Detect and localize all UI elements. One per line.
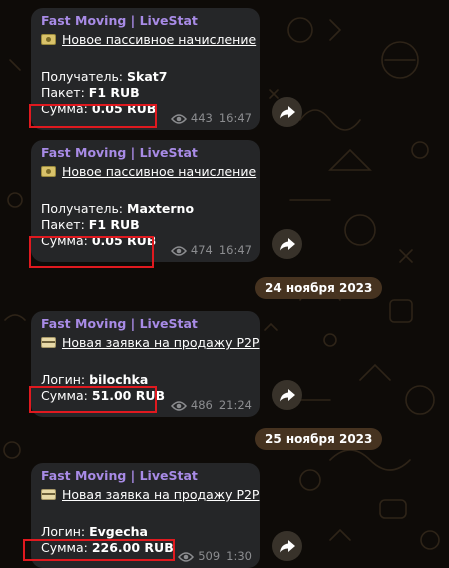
views-count: 509	[198, 549, 221, 563]
share-arrow-icon	[279, 105, 295, 118]
sum-value: 51.00 RUB	[91, 388, 166, 403]
views-eye-icon	[178, 552, 195, 562]
message-time: 16:47	[218, 111, 252, 125]
message-meta: 474 16:47	[170, 243, 252, 257]
views-eye-icon	[170, 114, 187, 124]
login-value: Evgecha	[89, 524, 148, 539]
message-meta: 443 16:47	[170, 111, 252, 125]
message-meta: 486 21:24	[170, 398, 252, 412]
message-bubble[interactable]: Fast Moving | LiveStat Новая заявка на п…	[31, 463, 260, 568]
share-arrow-icon	[279, 539, 295, 552]
sum-value: 226.00 RUB	[91, 540, 174, 555]
package-value: F1 RUB	[88, 85, 140, 100]
message-title-link[interactable]: Новое пассивное начисление	[62, 32, 256, 47]
package-value: F1 RUB	[88, 217, 140, 232]
recipient-value: Maxterno	[127, 201, 195, 216]
channel-name[interactable]: Fast Moving | LiveStat	[41, 13, 260, 29]
sum-value: 0.05 RUB	[91, 101, 157, 116]
login-label: Логин:	[41, 372, 90, 387]
channel-name[interactable]: Fast Moving | LiveStat	[41, 468, 260, 484]
message-bubble[interactable]: Fast Moving | LiveStat Новое пассивное н…	[31, 8, 260, 130]
credit-card-icon	[41, 337, 56, 348]
recipient-label: Получатель:	[41, 201, 127, 216]
forward-button[interactable]	[272, 380, 302, 410]
sum-label: Сумма:	[41, 388, 92, 403]
views-count: 443	[190, 111, 213, 125]
credit-card-icon	[41, 489, 56, 500]
message-bubble[interactable]: Fast Moving | LiveStat Новое пассивное н…	[31, 140, 260, 262]
forward-button[interactable]	[272, 97, 302, 127]
forward-button[interactable]	[272, 531, 302, 561]
share-arrow-icon	[279, 388, 295, 401]
views-eye-icon	[170, 401, 187, 411]
views-eye-icon	[170, 246, 187, 256]
message-bubble[interactable]: Fast Moving | LiveStat Новая заявка на п…	[31, 311, 260, 417]
sum-label: Сумма:	[41, 233, 92, 248]
share-arrow-icon	[279, 237, 295, 250]
money-icon	[41, 166, 56, 177]
sum-label: Сумма:	[41, 540, 92, 555]
message-time: 1:30	[226, 549, 252, 563]
message-title-link[interactable]: Новая заявка на продажу P2P	[62, 335, 259, 350]
message-time: 21:24	[218, 398, 252, 412]
channel-name[interactable]: Fast Moving | LiveStat	[41, 145, 260, 161]
message-title-link[interactable]: Новая заявка на продажу P2P	[62, 487, 259, 502]
message-meta: 509 1:30	[178, 549, 252, 563]
message-title-link[interactable]: Новое пассивное начисление	[62, 164, 256, 179]
views-count: 486	[190, 398, 213, 412]
sum-value: 0.05 RUB	[91, 233, 157, 248]
sum-label: Сумма:	[41, 101, 92, 116]
login-label: Логин:	[41, 524, 90, 539]
recipient-label: Получатель:	[41, 69, 127, 84]
date-separator: 25 ноября 2023	[255, 428, 383, 450]
login-value: bilochka	[89, 372, 149, 387]
channel-name[interactable]: Fast Moving | LiveStat	[41, 316, 260, 332]
forward-button[interactable]	[272, 229, 302, 259]
package-label: Пакет:	[41, 217, 89, 232]
views-count: 474	[190, 243, 213, 257]
message-time: 16:47	[218, 243, 252, 257]
money-icon	[41, 34, 56, 45]
package-label: Пакет:	[41, 85, 89, 100]
recipient-value: Skat7	[127, 69, 168, 84]
date-separator: 24 ноября 2023	[255, 277, 383, 299]
